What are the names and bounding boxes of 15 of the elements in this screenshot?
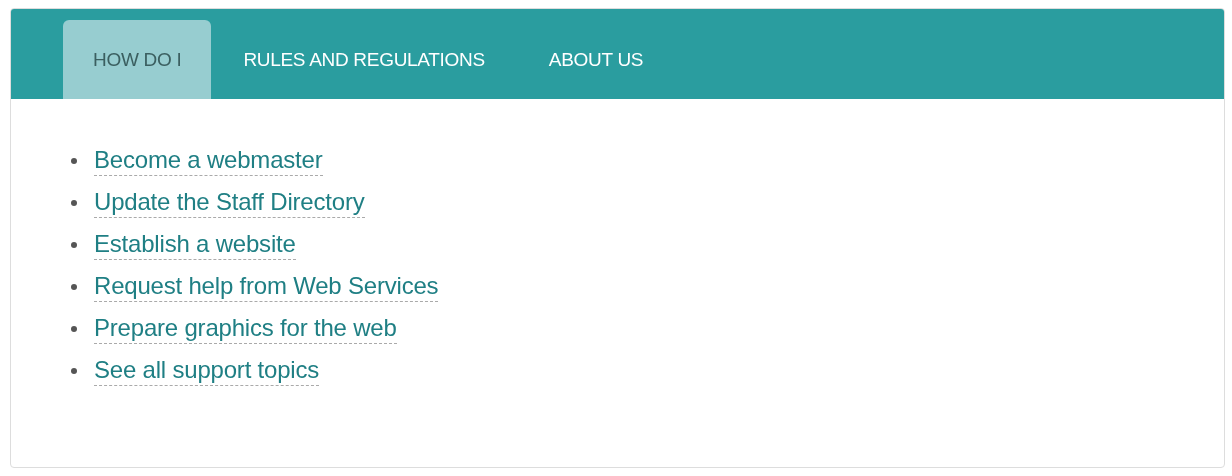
link[interactable]: Request help from Web Services bbox=[94, 271, 439, 302]
bullet-icon bbox=[71, 325, 77, 332]
tab[interactable]: HOW DO I bbox=[63, 20, 212, 99]
bullet-icon bbox=[71, 283, 77, 290]
bullet-icon bbox=[71, 199, 77, 206]
bullet-icon bbox=[71, 157, 77, 164]
tab[interactable]: RULES AND REGULATIONS bbox=[211, 20, 517, 99]
tab[interactable]: ABOUT US bbox=[516, 20, 676, 99]
link[interactable]: Become a webmaster bbox=[94, 145, 323, 176]
link[interactable]: Establish a website bbox=[94, 229, 296, 260]
bullet-icon bbox=[71, 241, 77, 248]
link[interactable]: See all support topics bbox=[94, 355, 320, 386]
bullet-icon bbox=[71, 367, 77, 374]
link[interactable]: Prepare graphics for the web bbox=[94, 313, 397, 344]
link[interactable]: Update the Staff Directory bbox=[94, 187, 365, 218]
